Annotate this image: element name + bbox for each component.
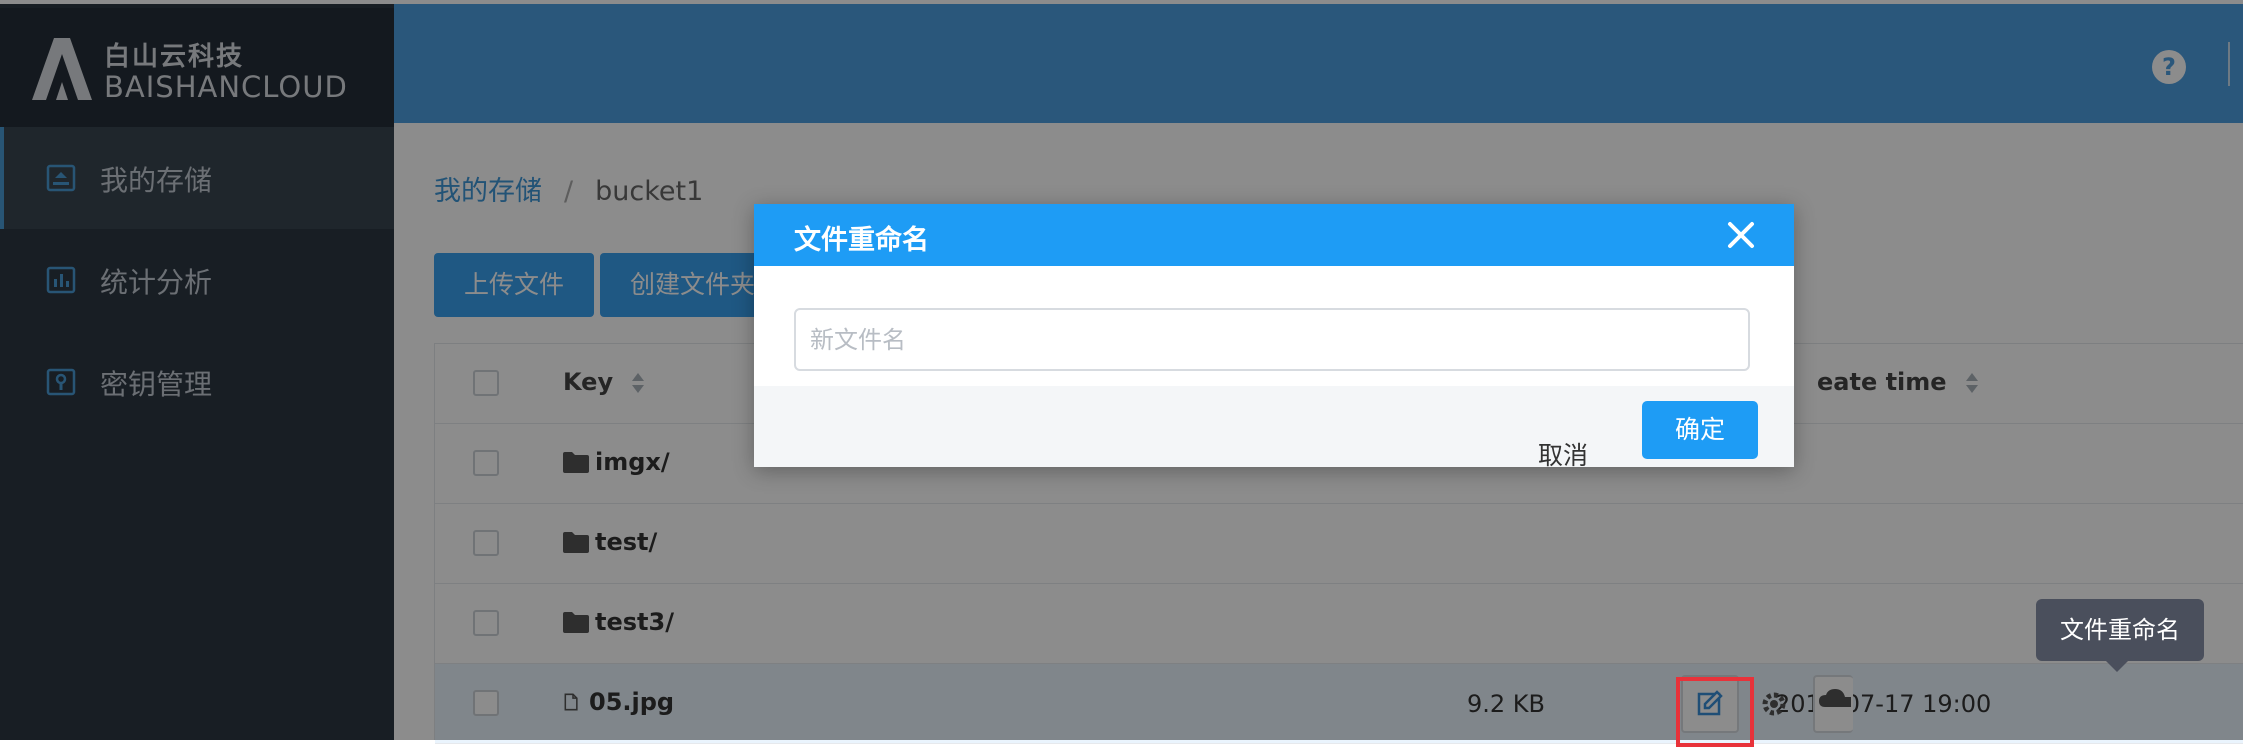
new-filename-input[interactable]	[794, 308, 1750, 371]
cancel-button[interactable]: 取消	[1538, 436, 1588, 472]
dialog-header: 文件重命名	[754, 204, 1794, 266]
rename-button-highlight	[1676, 677, 1754, 747]
rename-tooltip: 文件重命名	[2036, 599, 2204, 661]
dialog-footer	[754, 386, 1794, 467]
rename-dialog: 文件重命名 取消 确定	[754, 204, 1794, 470]
tooltip-arrow	[2106, 661, 2128, 672]
dialog-title: 文件重命名	[794, 225, 929, 256]
confirm-button[interactable]: 确定	[1642, 401, 1758, 459]
close-icon[interactable]	[1726, 220, 1756, 250]
